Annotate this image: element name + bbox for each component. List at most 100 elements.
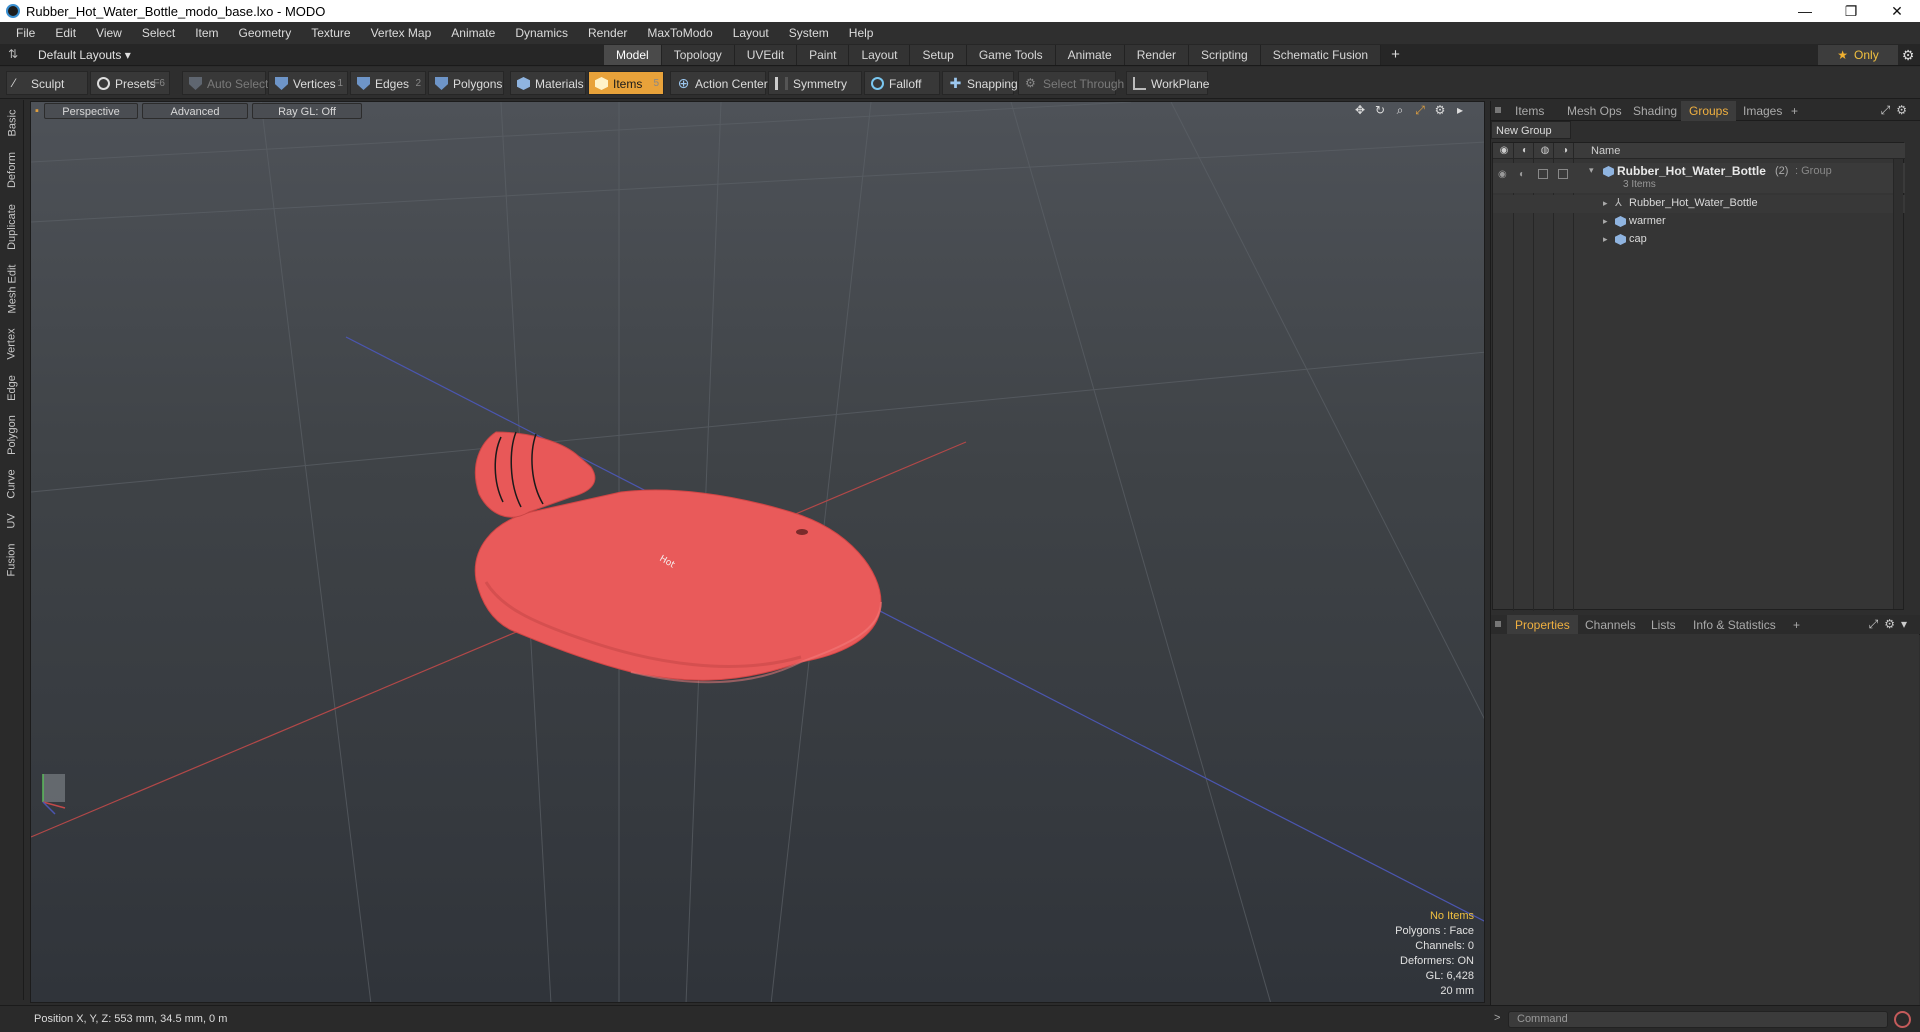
edges-button[interactable]: Edges 2 [350, 71, 426, 95]
menu-maxtomodo[interactable]: MaxToModo [637, 22, 722, 44]
new-group-button[interactable]: New Group [1491, 121, 1571, 139]
menu-help[interactable]: Help [839, 22, 884, 44]
vtab-curve[interactable]: Curve [0, 464, 24, 504]
add-tab-button[interactable]: + [1381, 45, 1410, 65]
rotate-icon[interactable]: ↻ [1373, 103, 1387, 117]
tab-render[interactable]: Render [1124, 45, 1190, 65]
workplane-button[interactable]: WorkPlane [1126, 71, 1209, 95]
symmetry-button[interactable]: Symmetry [768, 71, 862, 95]
vtab-duplicate[interactable]: Duplicate [0, 198, 24, 256]
pan-icon[interactable]: ✥ [1353, 103, 1367, 117]
vtab-uv[interactable]: UV [0, 508, 24, 534]
menu-edit[interactable]: Edit [45, 22, 86, 44]
materials-button[interactable]: Materials [510, 71, 586, 95]
zoom-icon[interactable]: ⌕ [1393, 103, 1407, 117]
tab-info-statistics[interactable]: Info & Statistics [1685, 615, 1784, 635]
group-child-row[interactable]: ▸ cap [1493, 231, 1905, 249]
row-lock-checkbox[interactable] [1538, 169, 1548, 179]
menu-vertex-map[interactable]: Vertex Map [361, 22, 442, 44]
tab-topology[interactable]: Topology [661, 45, 735, 65]
layout-select[interactable]: Default Layouts ▾ [38, 44, 131, 66]
menu-dynamics[interactable]: Dynamics [505, 22, 578, 44]
row-select-checkbox[interactable] [1558, 169, 1568, 179]
visibility-eye-icon[interactable]: ◉ [1498, 145, 1510, 157]
tab-items[interactable]: Items [1507, 101, 1552, 121]
menu-file[interactable]: File [6, 22, 45, 44]
tab-scripting[interactable]: Scripting [1189, 45, 1261, 65]
tab-setup[interactable]: Setup [910, 45, 967, 65]
tab-game-tools[interactable]: Game Tools [966, 45, 1056, 65]
tab-lists[interactable]: Lists [1643, 615, 1684, 635]
action-center-button[interactable]: ⊕ Action Center [670, 71, 768, 95]
command-input[interactable]: Command [1508, 1011, 1888, 1028]
minimize-button[interactable]: — [1782, 0, 1828, 22]
render-icon[interactable]: ◐ [1519, 145, 1531, 157]
tab-groups[interactable]: Groups [1681, 101, 1737, 121]
select-through-button[interactable]: ⚙ Select Through [1018, 71, 1124, 95]
viewport-more-icon[interactable]: ▸ [1453, 103, 1467, 117]
3d-viewport[interactable]: Hot No Items Polygons : Face Channels: 0… [30, 101, 1485, 1003]
raygl-toggle[interactable]: Ray GL: Off [252, 103, 362, 119]
tab-mesh-ops[interactable]: Mesh Ops [1559, 101, 1630, 121]
sculpt-button[interactable]: ⁄ Sculpt [6, 71, 88, 95]
tab-channels[interactable]: Channels [1577, 615, 1644, 635]
menu-texture[interactable]: Texture [301, 22, 360, 44]
select-icon[interactable]: ◑ [1559, 145, 1571, 157]
presets-button[interactable]: Presets F6 [90, 71, 170, 95]
menu-render[interactable]: Render [578, 22, 637, 44]
lock-icon[interactable]: ◍ [1539, 145, 1551, 157]
group-row[interactable]: ◉ ◐ ▾ Rubber_Hot_Water_Bottle (2) : Grou… [1493, 163, 1905, 193]
falloff-button[interactable]: Falloff [864, 71, 940, 95]
row-visibility-icon[interactable]: ◉ [1498, 169, 1507, 180]
tab-uvedit[interactable]: UVEdit [734, 45, 798, 65]
menu-select[interactable]: Select [132, 22, 185, 44]
maximize-button[interactable]: ❐ [1828, 0, 1874, 22]
items-button[interactable]: Items 5 [588, 71, 664, 95]
row-render-icon[interactable]: ◐ [1519, 169, 1525, 180]
vtab-edge[interactable]: Edge [0, 370, 24, 406]
layout-arrows-icon[interactable]: ⇅ [8, 47, 22, 61]
close-button[interactable]: ✕ [1874, 0, 1920, 22]
add-panel-tab[interactable]: + [1783, 101, 1806, 121]
expand-arrow-icon[interactable]: ▸ [1603, 198, 1608, 209]
view-mode-select[interactable]: Perspective [44, 103, 138, 119]
tab-animate[interactable]: Animate [1055, 45, 1125, 65]
viewport-menu-icon[interactable]: ▪ [32, 103, 42, 119]
tab-shading[interactable]: Shading [1625, 101, 1685, 121]
maximize-viewport-icon[interactable]: ⤢ [1413, 103, 1427, 117]
vtab-mesh-edit[interactable]: Mesh Edit [0, 260, 24, 318]
add-bottom-panel-tab[interactable]: + [1785, 615, 1808, 635]
menu-layout[interactable]: Layout [723, 22, 779, 44]
vtab-deform[interactable]: Deform [0, 146, 24, 194]
tab-properties[interactable]: Properties [1507, 615, 1578, 635]
expand-arrow-icon[interactable]: ▸ [1603, 216, 1608, 227]
vtab-fusion[interactable]: Fusion [0, 538, 24, 582]
stop-record-icon[interactable] [1894, 1011, 1911, 1028]
vtab-basic[interactable]: Basic [0, 104, 24, 142]
vtab-vertex[interactable]: Vertex [0, 322, 24, 366]
group-child-row[interactable]: ▸ warmer [1493, 213, 1905, 231]
hot-water-bottle-mesh[interactable]: Hot [474, 431, 882, 684]
tab-paint[interactable]: Paint [797, 45, 850, 65]
menu-system[interactable]: System [779, 22, 839, 44]
groups-scrollbar[interactable] [1893, 159, 1903, 609]
group-child-row[interactable]: ▸ ⅄ Rubber_Hot_Water_Bottle [1493, 195, 1905, 213]
bottom-panel-expand-icon[interactable]: ⤢⚙▾ [1869, 617, 1913, 632]
tab-schematic-fusion[interactable]: Schematic Fusion [1260, 45, 1382, 65]
tab-layout[interactable]: Layout [849, 45, 911, 65]
menu-animate[interactable]: Animate [441, 22, 505, 44]
menu-item[interactable]: Item [185, 22, 228, 44]
expand-arrow-icon[interactable]: ▸ [1603, 234, 1608, 245]
viewport-settings-icon[interactable]: ⚙ [1433, 103, 1447, 117]
tab-model[interactable]: Model [604, 45, 662, 65]
collapse-arrow-icon[interactable]: ▾ [1589, 165, 1594, 176]
vertices-button[interactable]: Vertices 1 [268, 71, 348, 95]
polygons-button[interactable]: Polygons [428, 71, 504, 95]
shading-select[interactable]: Advanced [142, 103, 248, 119]
menu-view[interactable]: View [86, 22, 132, 44]
snapping-button[interactable]: ✚ Snapping [942, 71, 1018, 95]
gear-icon[interactable]: ⚙ [1896, 45, 1920, 65]
auto-select-button[interactable]: Auto Select [182, 71, 268, 95]
only-button[interactable]: ★ Only [1818, 45, 1898, 65]
vtab-polygon[interactable]: Polygon [0, 410, 24, 460]
